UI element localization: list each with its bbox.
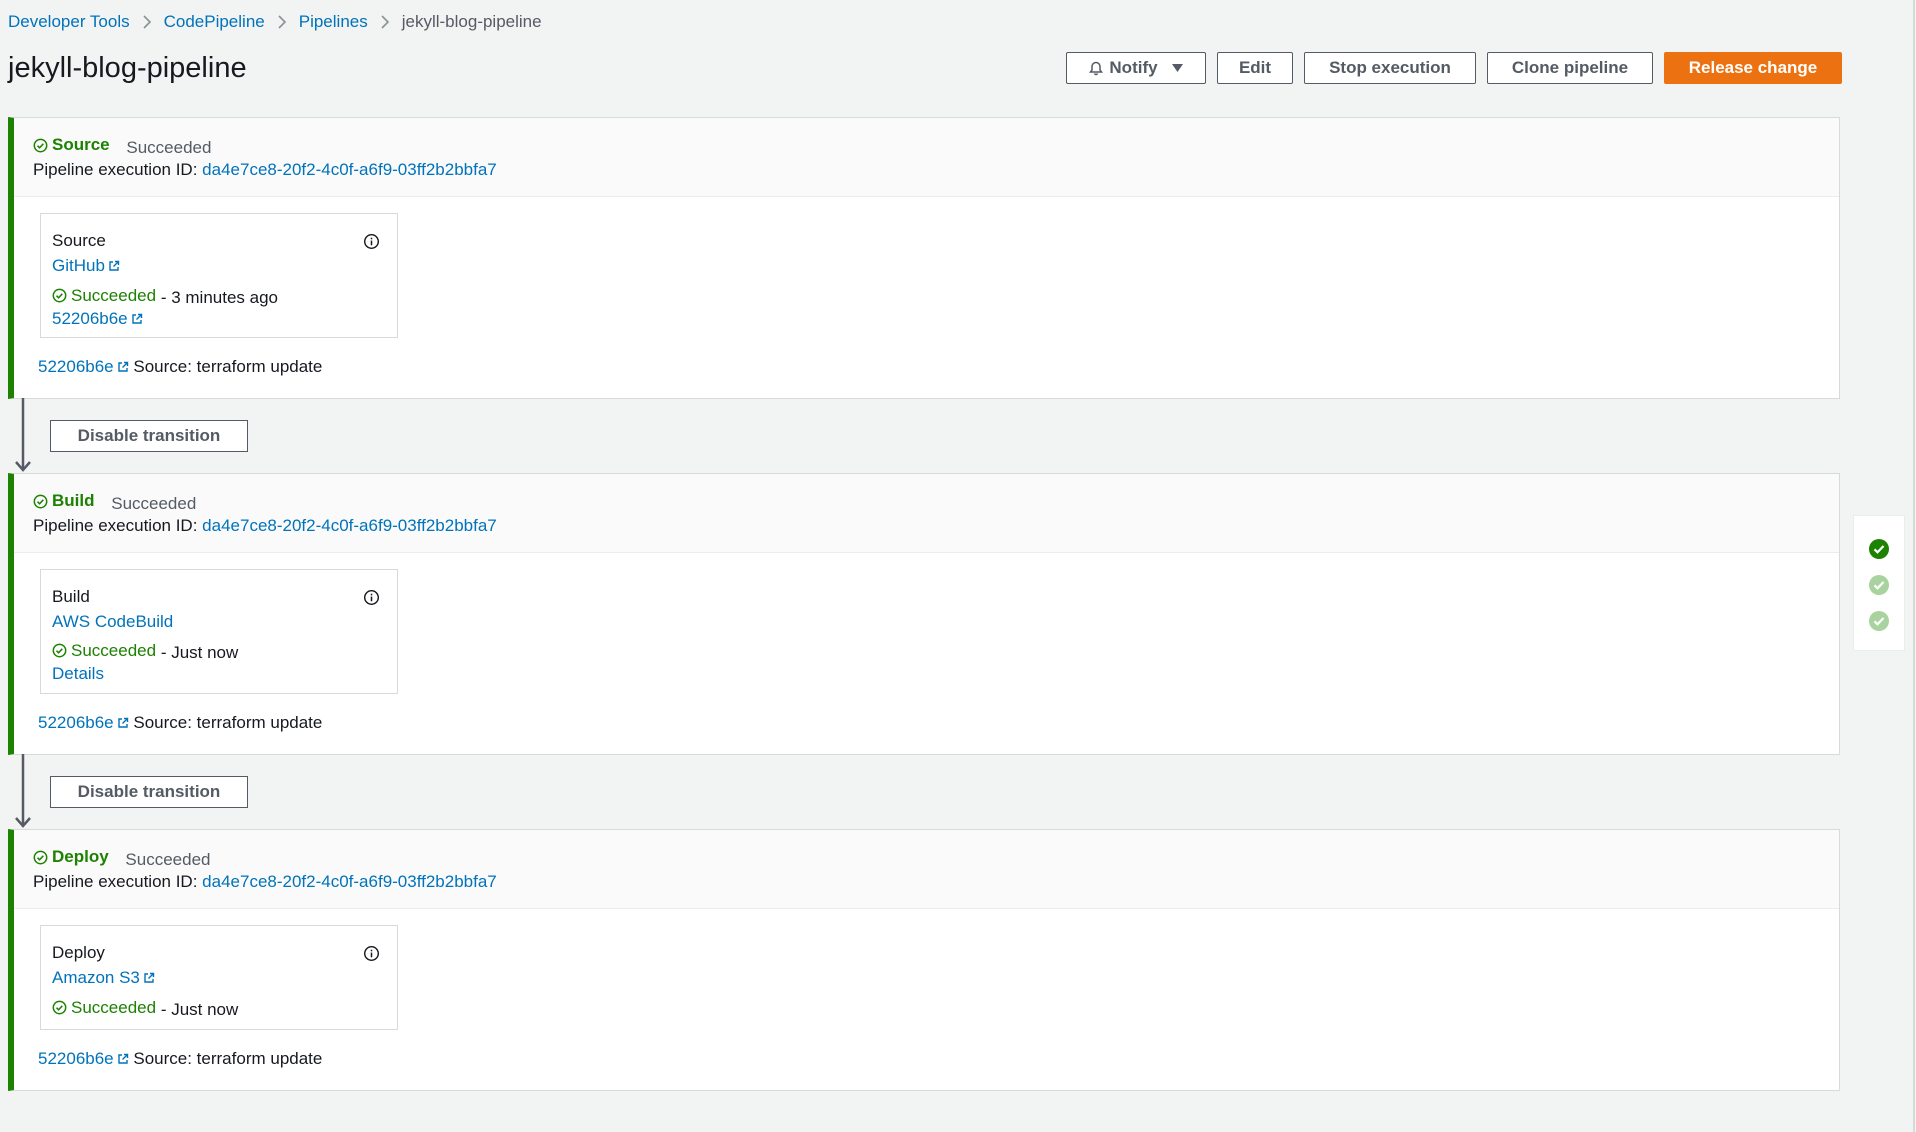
stage-status: Succeeded: [111, 493, 197, 513]
stop-execution-button[interactable]: Stop execution: [1304, 52, 1476, 84]
check-circle-filled-icon[interactable]: [1868, 574, 1890, 596]
check-circle-icon: [33, 494, 48, 508]
external-link-icon: [131, 307, 143, 332]
stage-header: Source Succeeded Pipeline execution ID: …: [14, 118, 1839, 197]
disable-transition-button[interactable]: Disable transition: [50, 420, 248, 452]
external-link-icon: [117, 1050, 129, 1070]
stage-name: Deploy: [33, 846, 109, 868]
provider-link[interactable]: GitHub: [52, 256, 105, 275]
commit-link[interactable]: 52206b6e: [38, 713, 114, 732]
transition-arrow-icon: [15, 398, 31, 472]
action-status-text: Succeeded: [71, 286, 157, 305]
notify-button[interactable]: Notify: [1066, 52, 1206, 84]
check-circle-icon: [52, 643, 67, 658]
execution-label: Pipeline execution ID:: [33, 871, 198, 891]
execution-id-link[interactable]: da4e7ce8-20f2-4c0f-a6f9-03ff2b2bbfa7: [202, 160, 497, 179]
commit-message: Source: terraform update: [133, 1049, 323, 1068]
stage-status: Succeeded: [125, 849, 211, 869]
chevron-right-icon: [130, 15, 164, 29]
stage-name: Source: [33, 134, 110, 156]
notify-label: Notify: [1109, 58, 1158, 77]
stage-deploy: Deploy Succeeded Pipeline execution ID: …: [8, 829, 1840, 1091]
execution-label: Pipeline execution ID:: [33, 515, 198, 535]
scrollbar-edge: [1913, 0, 1915, 1132]
external-link-icon: [108, 254, 120, 279]
commit-link[interactable]: 52206b6e: [38, 1049, 114, 1068]
action-status: Succeeded: [52, 283, 156, 308]
release-change-button[interactable]: Release change: [1664, 52, 1842, 84]
action-card: Source GitHub Succeeded - 3 minutes ago …: [40, 213, 398, 338]
external-link-icon: [117, 358, 129, 378]
stage-name-text: Source: [52, 135, 110, 154]
stage-name-text: Deploy: [52, 847, 109, 866]
header-actions: Notify Edit Stop execution Clone pipelin…: [1066, 52, 1842, 84]
caret-down-icon: [1171, 64, 1183, 72]
execution-id-link[interactable]: da4e7ce8-20f2-4c0f-a6f9-03ff2b2bbfa7: [202, 516, 497, 535]
details-link[interactable]: Details: [52, 664, 104, 683]
provider-link[interactable]: Amazon S3: [52, 968, 140, 987]
stage-header: Deploy Succeeded Pipeline execution ID: …: [14, 830, 1839, 909]
commit-message: Source: terraform update: [133, 357, 323, 376]
action-time: - 3 minutes ago: [160, 288, 278, 307]
stage-progress-indicator: [1853, 515, 1905, 651]
disable-transition-button[interactable]: Disable transition: [50, 776, 248, 808]
commit-message: Source: terraform update: [133, 713, 323, 732]
stage-source: Source Succeeded Pipeline execution ID: …: [8, 117, 1840, 399]
stage-commit-row: 52206b6e Source: terraform update: [38, 713, 322, 734]
action-card: Build AWS CodeBuild Succeeded - Just now…: [40, 569, 398, 694]
bell-icon: [1089, 61, 1104, 76]
stage-commit-row: 52206b6e Source: terraform update: [38, 357, 322, 378]
stage-header: Build Succeeded Pipeline execution ID: d…: [14, 474, 1839, 553]
execution-id-link[interactable]: da4e7ce8-20f2-4c0f-a6f9-03ff2b2bbfa7: [202, 872, 497, 891]
info-icon[interactable]: [363, 588, 380, 613]
revision-link[interactable]: 52206b6e: [52, 309, 128, 328]
action-status: Succeeded: [52, 995, 156, 1020]
action-name: Source: [52, 231, 106, 250]
breadcrumb-current: jekyll-blog-pipeline: [401, 12, 542, 31]
breadcrumb: Developer Tools CodePipeline Pipelines j…: [8, 10, 542, 34]
stage-status: Succeeded: [126, 137, 212, 157]
stage-build: Build Succeeded Pipeline execution ID: d…: [8, 473, 1840, 755]
info-icon[interactable]: [363, 944, 380, 969]
action-time: - Just now: [160, 643, 239, 662]
action-status-text: Succeeded: [71, 998, 157, 1017]
action-card: Deploy Amazon S3 Succeeded - Just now: [40, 925, 398, 1030]
external-link-icon: [117, 714, 129, 734]
action-status-text: Succeeded: [71, 641, 157, 660]
action-name: Deploy: [52, 943, 105, 962]
breadcrumb-pipelines[interactable]: Pipelines: [299, 12, 368, 32]
chevron-right-icon: [368, 15, 402, 29]
breadcrumb-codepipeline[interactable]: CodePipeline: [164, 12, 265, 32]
action-name: Build: [52, 587, 90, 606]
external-link-icon: [143, 966, 155, 991]
check-circle-icon: [52, 288, 67, 303]
transition-arrow-icon: [15, 754, 31, 828]
stage-commit-row: 52206b6e Source: terraform update: [38, 1049, 322, 1070]
edit-button[interactable]: Edit: [1217, 52, 1293, 84]
chevron-right-icon: [265, 15, 299, 29]
page-title: jekyll-blog-pipeline: [8, 52, 247, 84]
check-circle-filled-icon[interactable]: [1868, 538, 1890, 560]
commit-link[interactable]: 52206b6e: [38, 357, 114, 376]
action-time: - Just now: [160, 1000, 239, 1019]
info-icon[interactable]: [363, 232, 380, 257]
clone-pipeline-button[interactable]: Clone pipeline: [1487, 52, 1653, 84]
stage-name-text: Build: [52, 491, 95, 510]
check-circle-icon: [33, 850, 48, 864]
execution-label: Pipeline execution ID:: [33, 159, 198, 179]
stage-name: Build: [33, 490, 95, 512]
check-circle-icon: [52, 1000, 67, 1015]
check-circle-filled-icon[interactable]: [1868, 610, 1890, 632]
breadcrumb-developer-tools[interactable]: Developer Tools: [8, 12, 130, 32]
check-circle-icon: [33, 138, 48, 152]
provider-link[interactable]: AWS CodeBuild: [52, 612, 173, 631]
action-status: Succeeded: [52, 638, 156, 663]
